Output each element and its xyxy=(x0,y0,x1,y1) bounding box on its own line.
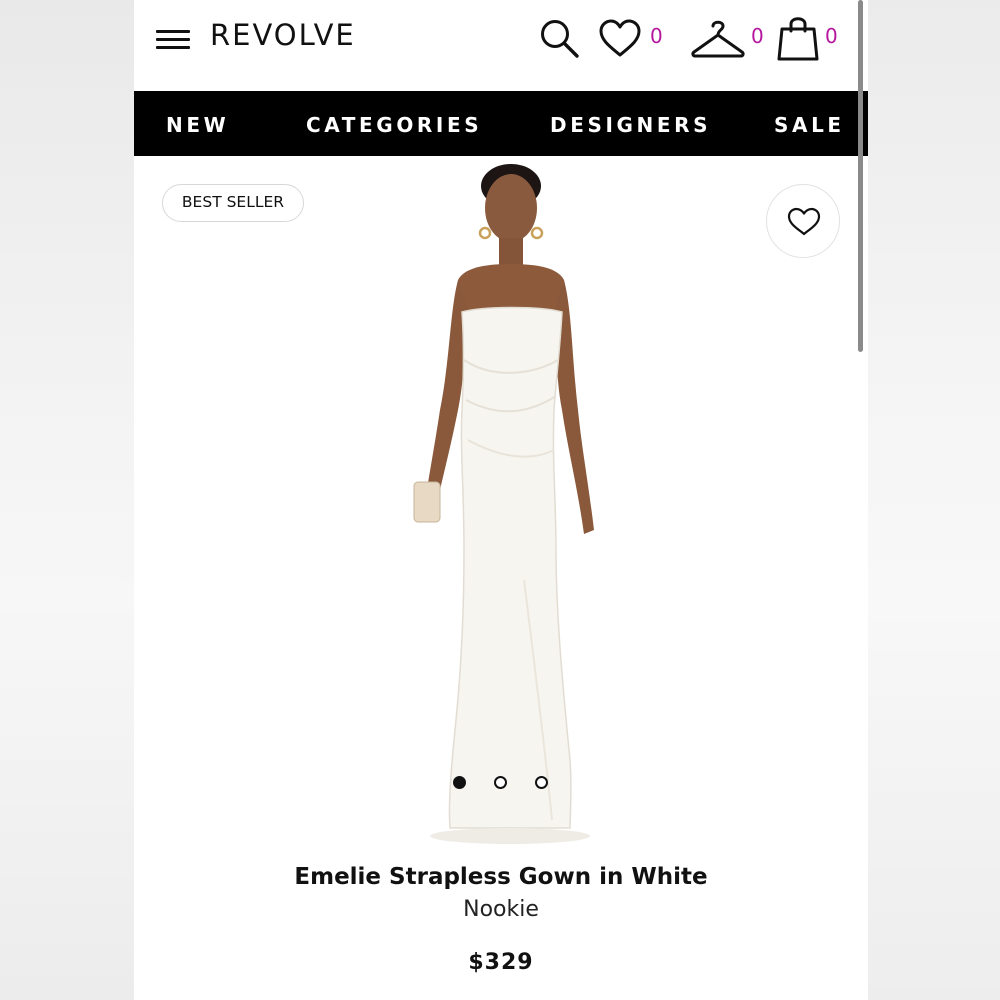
site-header: REVOLVE 0 0 0 xyxy=(134,0,868,91)
bag-count: 0 xyxy=(825,24,838,48)
shopping-bag-icon[interactable] xyxy=(776,14,822,62)
product-image[interactable] xyxy=(384,160,624,850)
category-nav: NEW CATEGORIES DESIGNERS SALE xyxy=(134,91,868,156)
hanger-icon[interactable] xyxy=(690,16,746,60)
product-name[interactable]: Emelie Strapless Gown in White xyxy=(134,864,868,890)
mobile-page: REVOLVE 0 0 0 NEW CATEGORIES DESIGNERS S… xyxy=(134,0,868,1000)
image-carousel-dots xyxy=(134,776,868,792)
search-icon[interactable] xyxy=(538,17,582,61)
product-price: $329 xyxy=(468,950,534,975)
carousel-dot-2[interactable] xyxy=(494,776,507,789)
wishlist-count: 0 xyxy=(650,24,663,48)
product-brand[interactable]: Nookie xyxy=(134,897,868,922)
nav-item-new[interactable]: NEW xyxy=(166,113,229,137)
best-seller-badge: BEST SELLER xyxy=(162,184,304,222)
carousel-dot-1[interactable] xyxy=(453,776,466,789)
right-background-panel xyxy=(868,0,1000,1000)
add-to-wishlist-button[interactable] xyxy=(766,184,840,258)
nav-item-categories[interactable]: CATEGORIES xyxy=(306,113,482,137)
page-scrollbar[interactable] xyxy=(858,0,863,352)
carousel-dot-3[interactable] xyxy=(535,776,548,789)
heart-outline-icon xyxy=(787,207,821,236)
menu-icon[interactable] xyxy=(156,29,190,51)
nav-item-designers[interactable]: DESIGNERS xyxy=(550,113,711,137)
hanger-count: 0 xyxy=(751,24,764,48)
left-background-panel xyxy=(0,0,134,1000)
nav-item-sale[interactable]: SALE xyxy=(774,113,845,137)
heart-icon[interactable] xyxy=(598,19,642,59)
site-logo[interactable]: REVOLVE xyxy=(210,18,356,52)
